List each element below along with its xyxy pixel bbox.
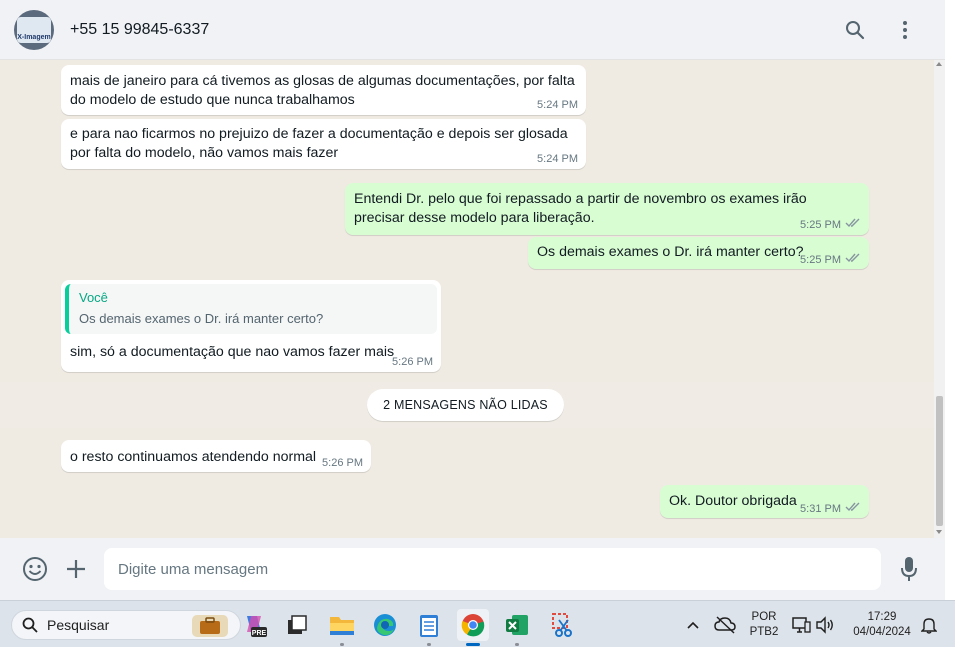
scroll-thumb[interactable] <box>936 396 943 526</box>
clock-time: 17:29 <box>867 611 897 623</box>
excel-icon[interactable] <box>501 609 533 646</box>
message-text: sim, só a documentação que nao vamos faz… <box>70 344 395 360</box>
message-text: Entendi Dr. pelo que foi repassado a par… <box>354 191 807 226</box>
chat-area: mais de janeiro para cá tivemos as glosa… <box>0 60 945 538</box>
quote-text: Os demais exames o Dr. irá manter certo? <box>79 311 324 326</box>
message-text: mais de janeiro para cá tivemos as glosa… <box>70 73 575 108</box>
notification-bell-icon[interactable] <box>916 609 942 641</box>
message-incoming-reply: Você Os demais exames o Dr. irá manter c… <box>61 280 441 372</box>
message-input[interactable] <box>104 548 881 590</box>
search-icon[interactable] <box>841 16 869 44</box>
message-time: 5:24 PM <box>537 153 578 165</box>
running-indicator <box>340 643 344 646</box>
running-indicator <box>515 643 519 646</box>
running-indicator <box>427 643 431 646</box>
message-outgoing: Os demais exames o Dr. irá manter certo?… <box>528 237 869 269</box>
taskbar-search[interactable]: Pesquisar <box>11 610 241 640</box>
message-incoming: o resto continuamos atendendo normal 5:2… <box>61 440 371 472</box>
double-check-icon <box>845 218 861 231</box>
file-explorer-icon[interactable] <box>326 609 358 646</box>
briefcase-icon <box>192 615 228 640</box>
network-icon[interactable] <box>788 609 814 641</box>
search-label: Pesquisar <box>47 617 110 633</box>
contact-avatar[interactable]: X-Imagem <box>14 9 54 50</box>
message-time: 5:25 PM <box>800 253 841 266</box>
window-edge <box>945 0 955 600</box>
copilot-icon[interactable]: PRE <box>238 609 270 641</box>
message-outgoing: Ok. Doutor obrigada 5:31 PM <box>660 485 869 518</box>
clock[interactable]: 17:29 04/04/2024 <box>846 610 918 640</box>
keyboard-layout: PTB2 <box>749 626 779 638</box>
svg-text:PRE: PRE <box>252 630 267 637</box>
message-time: 5:26 PM <box>322 457 363 469</box>
message-composer <box>0 538 945 600</box>
search-icon <box>22 617 38 633</box>
double-check-icon <box>845 253 861 266</box>
chat-scrollbar[interactable] <box>934 60 945 538</box>
emoji-icon[interactable] <box>21 555 49 583</box>
unread-divider: 2 MENSAGENS NÃO LIDAS <box>367 389 564 421</box>
message-time: 5:31 PM <box>800 502 841 515</box>
active-indicator <box>466 643 480 646</box>
avatar-logo: X-Imagem <box>17 16 51 43</box>
message-outgoing: Entendi Dr. pelo que foi repassado a par… <box>345 183 869 235</box>
language-code: POR <box>751 611 777 623</box>
message-time: 5:25 PM <box>800 218 841 231</box>
message-time: 5:26 PM <box>392 356 433 368</box>
message-text: o resto continuamos atendendo normal <box>70 449 317 465</box>
cloud-offline-icon[interactable] <box>710 609 740 641</box>
windows-taskbar: Pesquisar PRE POR PTB2 17:29 04/04/2024 <box>0 600 955 647</box>
quoted-message[interactable]: Você Os demais exames o Dr. irá manter c… <box>65 284 437 334</box>
chevron-up-icon[interactable] <box>678 609 708 641</box>
edge-icon[interactable] <box>369 609 401 641</box>
volume-icon[interactable] <box>812 609 838 641</box>
task-view-icon[interactable] <box>281 609 313 641</box>
snipping-tool-icon[interactable] <box>546 609 578 641</box>
message-text: e para nao ficarmos no prejuizo de fazer… <box>70 126 568 161</box>
scroll-up-icon[interactable] <box>936 62 942 66</box>
scroll-down-icon[interactable] <box>936 530 942 534</box>
microphone-icon[interactable] <box>895 555 923 583</box>
contact-name[interactable]: +55 15 99845-6337 <box>70 21 209 39</box>
quote-author: Você <box>79 290 108 305</box>
double-check-icon <box>845 502 861 515</box>
attach-plus-icon[interactable] <box>62 555 90 583</box>
keyboard-language[interactable]: POR PTB2 <box>746 610 782 640</box>
message-incoming: mais de janeiro para cá tivemos as glosa… <box>61 65 586 115</box>
chrome-icon[interactable] <box>457 609 489 646</box>
clock-date: 04/04/2024 <box>853 626 911 638</box>
menu-icon[interactable] <box>891 16 919 44</box>
notepad-icon[interactable] <box>413 609 445 646</box>
message-time: 5:24 PM <box>537 99 578 111</box>
message-incoming: e para nao ficarmos no prejuizo de fazer… <box>61 119 586 169</box>
chat-header: X-Imagem +55 15 99845-6337 <box>0 0 945 60</box>
